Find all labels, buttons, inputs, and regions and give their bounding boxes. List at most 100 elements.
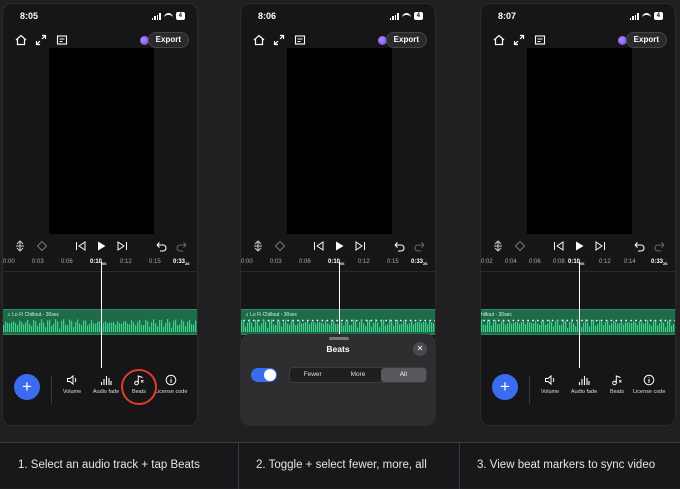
fullscreen-icon[interactable]: [273, 34, 285, 46]
fullscreen-icon[interactable]: [35, 34, 47, 46]
waveform-bar: [399, 324, 401, 332]
waveform-bar: [387, 324, 389, 332]
waveform-bar: [63, 319, 65, 332]
waveform-bar: [305, 322, 307, 332]
waveform-bar: [497, 324, 499, 332]
audio-waveform: [481, 319, 675, 332]
waveform-bar: [21, 322, 23, 332]
waveform-bar: [191, 324, 193, 332]
sheet-grabber[interactable]: [329, 337, 349, 340]
caption-step-3: 3. View beat markers to sync video: [477, 459, 656, 471]
audio-track-clip[interactable]: hillout - 30sec: [481, 309, 675, 335]
waveform-bar: [639, 321, 641, 332]
redo-icon[interactable]: [414, 240, 426, 252]
playhead[interactable]: [579, 262, 580, 368]
fullscreen-icon[interactable]: [513, 34, 525, 46]
waveform-bar: [491, 325, 493, 332]
export-button[interactable]: Export: [385, 32, 427, 48]
waveform-bar: [489, 321, 491, 332]
license-code-tool[interactable]: License code: [155, 374, 187, 395]
volume-tool[interactable]: Volume: [56, 374, 88, 395]
waveform-bar: [355, 320, 357, 332]
home-icon[interactable]: [493, 34, 505, 46]
keyframe-icon[interactable]: [36, 240, 48, 252]
audio-track-clip[interactable]: ♫ Lo Fi Chillout - 30sec: [3, 309, 197, 335]
license-code-tool[interactable]: License code: [633, 374, 665, 395]
playhead[interactable]: [101, 262, 102, 368]
captions-icon[interactable]: [294, 34, 306, 46]
waveform-bar: [275, 324, 277, 332]
waveform-bar: [485, 324, 487, 332]
playhead[interactable]: [339, 262, 340, 334]
waveform-bar: [617, 323, 619, 332]
export-button[interactable]: Export: [147, 32, 189, 48]
waveform-bar: [161, 320, 163, 332]
align-icon[interactable]: [492, 240, 504, 252]
waveform-bar: [17, 325, 19, 332]
waveform-bar: [509, 320, 511, 332]
play-icon[interactable]: [95, 240, 107, 252]
volume-tool[interactable]: Volume: [534, 374, 566, 395]
waveform-bar: [125, 321, 127, 332]
video-preview[interactable]: [527, 48, 632, 234]
undo-icon[interactable]: [633, 240, 645, 252]
redo-icon[interactable]: [654, 240, 666, 252]
undo-icon[interactable]: [393, 240, 405, 252]
skip-forward-icon[interactable]: [116, 240, 128, 252]
segment-more[interactable]: More: [335, 368, 380, 382]
audio-fade-tool[interactable]: Audio fade: [90, 374, 122, 395]
skip-back-icon[interactable]: [553, 240, 565, 252]
timeline-ruler[interactable]: 0:00 0:03 0:06 0:1006 0:12 0:15 0:3326: [241, 258, 435, 272]
undo-icon[interactable]: [155, 240, 167, 252]
audio-track-clip[interactable]: ♫ Lo Fi Chillout - 30sec: [241, 309, 435, 335]
waveform-bar: [267, 327, 269, 332]
home-icon[interactable]: [253, 34, 265, 46]
video-preview[interactable]: [49, 48, 154, 234]
timeline-ruler[interactable]: 0:02 0:04 0:06 0:08 0:1006 0:12 0:14 0:3…: [481, 258, 675, 272]
waveform-bar: [559, 324, 561, 332]
waveform-bar: [607, 320, 609, 332]
play-icon[interactable]: [333, 240, 345, 252]
redo-icon[interactable]: [176, 240, 188, 252]
waveform-bar: [139, 319, 141, 332]
add-button[interactable]: +: [492, 374, 518, 400]
skip-forward-icon[interactable]: [354, 240, 366, 252]
waveform-bar: [173, 320, 175, 332]
segment-all[interactable]: All: [380, 368, 426, 382]
waveform-bar: [601, 321, 603, 332]
bottom-toolbar: + Volume Audio fade Beats License code: [3, 370, 197, 410]
waveform-bar: [29, 324, 31, 332]
waveform-bar: [55, 319, 57, 332]
waveform-bar: [119, 322, 121, 332]
segment-fewer[interactable]: Fewer: [290, 368, 335, 382]
skip-back-icon[interactable]: [75, 240, 87, 252]
add-button[interactable]: +: [14, 374, 40, 400]
export-button[interactable]: Export: [625, 32, 667, 48]
skip-back-icon[interactable]: [313, 240, 325, 252]
keyframe-icon[interactable]: [514, 240, 526, 252]
ruler-end-time: 0:3326: [173, 259, 190, 267]
waveform-bar: [9, 323, 11, 332]
beats-toggle[interactable]: [251, 368, 277, 382]
waveform-bar: [333, 320, 335, 332]
home-icon[interactable]: [15, 34, 27, 46]
waveform-bar: [135, 325, 137, 332]
align-icon[interactable]: [252, 240, 264, 252]
waveform-bar: [299, 320, 301, 332]
waveform-bar: [635, 322, 637, 332]
captions-icon[interactable]: [56, 34, 68, 46]
skip-forward-icon[interactable]: [594, 240, 606, 252]
play-icon[interactable]: [573, 240, 585, 252]
waveform-bar: [515, 322, 517, 332]
close-icon[interactable]: ✕: [413, 342, 427, 356]
beats-tool[interactable]: Beats: [601, 374, 633, 395]
timeline-ruler[interactable]: 0:00 0:03 0:06 0:1006 0:12 0:15 0:3326: [3, 258, 197, 272]
audio-fade-tool[interactable]: Audio fade: [568, 374, 600, 395]
video-preview[interactable]: [287, 48, 392, 234]
waveform-bar: [641, 322, 643, 332]
captions-icon[interactable]: [534, 34, 546, 46]
waveform-bar: [549, 319, 551, 332]
waveform-bar: [297, 323, 299, 332]
keyframe-icon[interactable]: [274, 240, 286, 252]
align-icon[interactable]: [14, 240, 26, 252]
